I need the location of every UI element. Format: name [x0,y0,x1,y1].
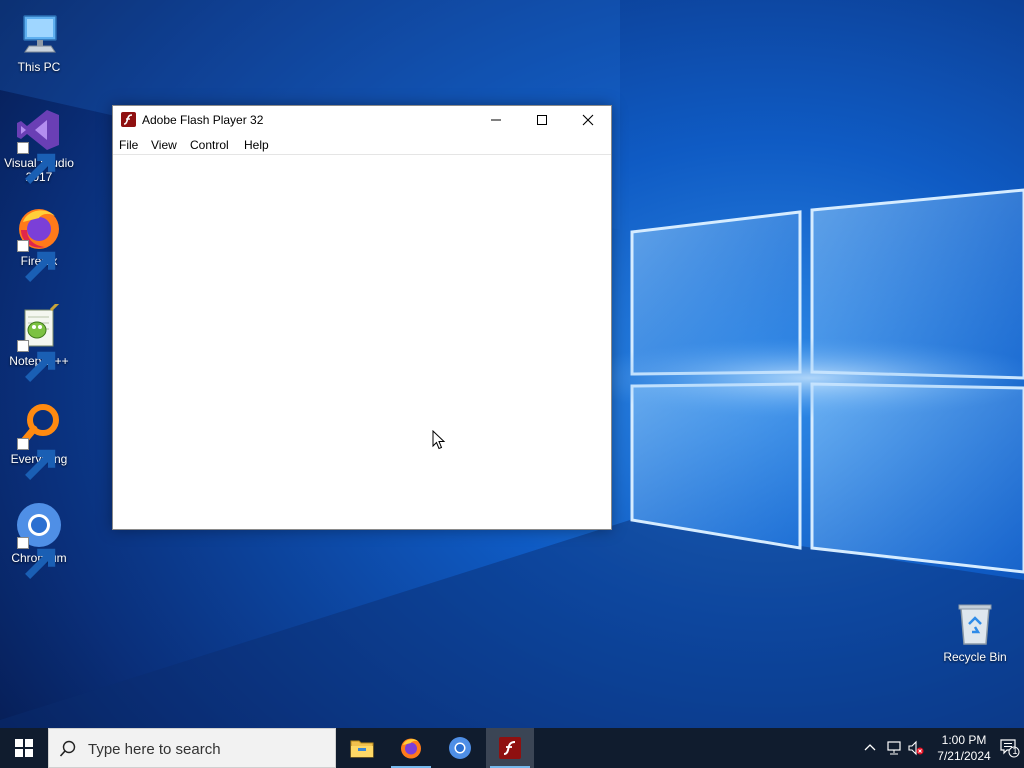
taskbar-search-box[interactable]: Type here to search [48,728,336,768]
system-tray: 1:00 PM 7/21/2024 1 [824,728,1024,768]
desktop-icon-label: This PC [17,60,61,74]
start-button[interactable] [0,728,48,768]
taskbar-firefox[interactable] [387,728,435,768]
flash-player-window[interactable]: Adobe Flash Player 32 File View Control … [112,105,612,530]
flash-player-icon [121,112,136,127]
menu-file[interactable]: File [119,138,138,152]
shortcut-arrow-icon [17,537,56,579]
taskbar-clock[interactable]: 1:00 PM 7/21/2024 [924,732,1004,764]
search-placeholder: Type here to search [88,741,221,758]
flash-player-icon [499,737,521,759]
desktop-icon-visual-studio[interactable]: Visual Studio 2017 [0,106,78,184]
network-icon [887,741,901,755]
close-icon [582,114,594,126]
menu-help[interactable]: Help [244,138,269,152]
clock-date: 7/21/2024 [937,749,991,763]
window-titlebar[interactable]: Adobe Flash Player 32 [113,106,611,134]
desktop-icon-this-pc[interactable]: This PC [0,10,78,74]
minimize-icon [491,119,501,121]
maximize-button[interactable] [519,106,565,134]
computer-icon [15,10,63,58]
desktop-icon-notepad-plus-plus[interactable]: Notepad++ [0,304,78,382]
shortcut-arrow-icon [17,240,56,282]
shortcut-arrow-icon [17,438,56,480]
close-button[interactable] [565,106,611,134]
clock-time: 1:00 PM [941,733,987,747]
mouse-cursor-icon [432,430,446,450]
desktop-icon-firefox[interactable]: Firefox [0,204,78,282]
desktop-icon-recycle-bin[interactable]: Recycle Bin [936,600,1014,664]
menu-view[interactable]: View [151,138,177,152]
chromium-icon [449,737,471,759]
desktop-icon-label: Recycle Bin [943,650,1007,664]
window-title: Adobe Flash Player 32 [142,113,264,127]
file-explorer-icon [350,740,374,758]
notepad-plus-plus-icon [15,304,63,382]
minimize-button[interactable] [473,106,519,134]
shortcut-arrow-icon [17,340,56,382]
menu-bar: File View Control Help [113,134,611,155]
chromium-icon [15,501,63,579]
shortcut-arrow-icon [17,142,56,184]
network-button[interactable] [886,740,902,756]
search-icon [59,740,77,758]
taskbar: Type here to search 1:00 PM 7/21/2024 1 [0,728,1024,768]
notification-count-badge: 1 [1012,746,1018,756]
recycle-bin-icon [951,600,999,648]
show-hidden-icons-button[interactable] [862,740,878,756]
taskbar-flash-player[interactable] [486,728,534,768]
maximize-icon [537,115,547,125]
visual-studio-icon [15,106,63,184]
desktop-icon-everything[interactable]: Everything [0,402,78,480]
menu-control[interactable]: Control [190,138,229,152]
everything-search-icon [15,402,63,480]
volume-muted-icon [908,740,924,756]
windows-logo-icon [15,739,33,757]
taskbar-chromium[interactable] [436,728,484,768]
flash-content-area[interactable] [113,155,611,529]
desktop-icon-chromium[interactable]: Chromium [0,501,78,579]
action-center-button[interactable]: 1 [1000,738,1020,758]
firefox-icon [15,204,63,282]
firefox-icon [401,738,421,759]
volume-button[interactable] [908,740,924,756]
chevron-up-icon [864,744,876,751]
taskbar-file-explorer[interactable] [338,728,386,768]
